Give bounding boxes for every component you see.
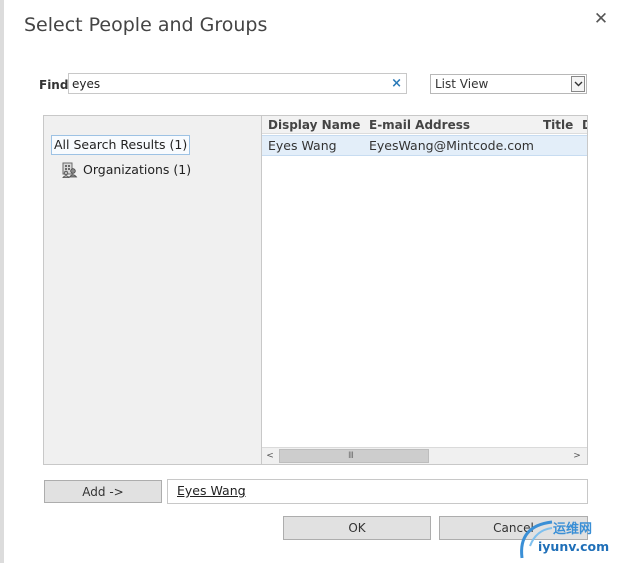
- ok-button[interactable]: OK: [283, 516, 431, 540]
- scroll-left-icon[interactable]: <: [262, 448, 278, 464]
- select-people-dialog: Select People and Groups ✕ Find × List V…: [0, 0, 618, 563]
- results-frame: All Search Results (1) Organizations (1)…: [43, 115, 588, 465]
- view-select[interactable]: List View: [430, 74, 587, 94]
- add-button[interactable]: Add ->: [44, 480, 162, 503]
- column-header-display-name[interactable]: Display Name: [268, 118, 360, 132]
- table-row[interactable]: Eyes Wang EyesWang@Mintcode.com: [262, 135, 587, 156]
- tree-item-label: Organizations (1): [83, 162, 192, 177]
- tree-pane: All Search Results (1) Organizations (1): [44, 116, 262, 464]
- results-grid: Display Name E-mail Address Title D Eyes…: [262, 116, 587, 464]
- column-header-email[interactable]: E-mail Address: [369, 118, 470, 132]
- selected-users-field[interactable]: Eyes Wang ;: [167, 479, 588, 504]
- selected-user-link[interactable]: Eyes Wang: [177, 483, 246, 499]
- chevron-down-icon[interactable]: [571, 76, 585, 92]
- watermark-url-text: iyunv.com: [538, 539, 610, 554]
- watermark-logo: 运维网 iyunv.com: [516, 516, 618, 562]
- scroll-right-icon[interactable]: >: [569, 448, 585, 464]
- organization-icon: [61, 162, 79, 178]
- grid-header: Display Name E-mail Address Title D: [262, 116, 587, 134]
- tree-item-all-search-results[interactable]: All Search Results (1): [51, 135, 191, 155]
- column-header-d[interactable]: D: [582, 118, 587, 132]
- cell-display-name: Eyes Wang: [268, 138, 337, 153]
- view-select-value: List View: [435, 77, 489, 91]
- dialog-title: Select People and Groups: [24, 14, 268, 36]
- cell-email: EyesWang@Mintcode.com: [369, 138, 534, 153]
- horizontal-scrollbar[interactable]: < III >: [262, 447, 587, 464]
- watermark-cn-text: 运维网: [553, 522, 593, 537]
- find-input[interactable]: [70, 75, 384, 92]
- selected-separator: ;: [242, 483, 247, 498]
- column-header-title[interactable]: Title: [543, 118, 573, 132]
- scroll-grip: III: [348, 451, 354, 461]
- find-box: ×: [68, 73, 407, 94]
- find-label: Find: [39, 78, 69, 92]
- clear-icon[interactable]: ×: [391, 76, 402, 92]
- close-icon[interactable]: ✕: [590, 8, 612, 30]
- scroll-thumb[interactable]: III: [279, 449, 429, 463]
